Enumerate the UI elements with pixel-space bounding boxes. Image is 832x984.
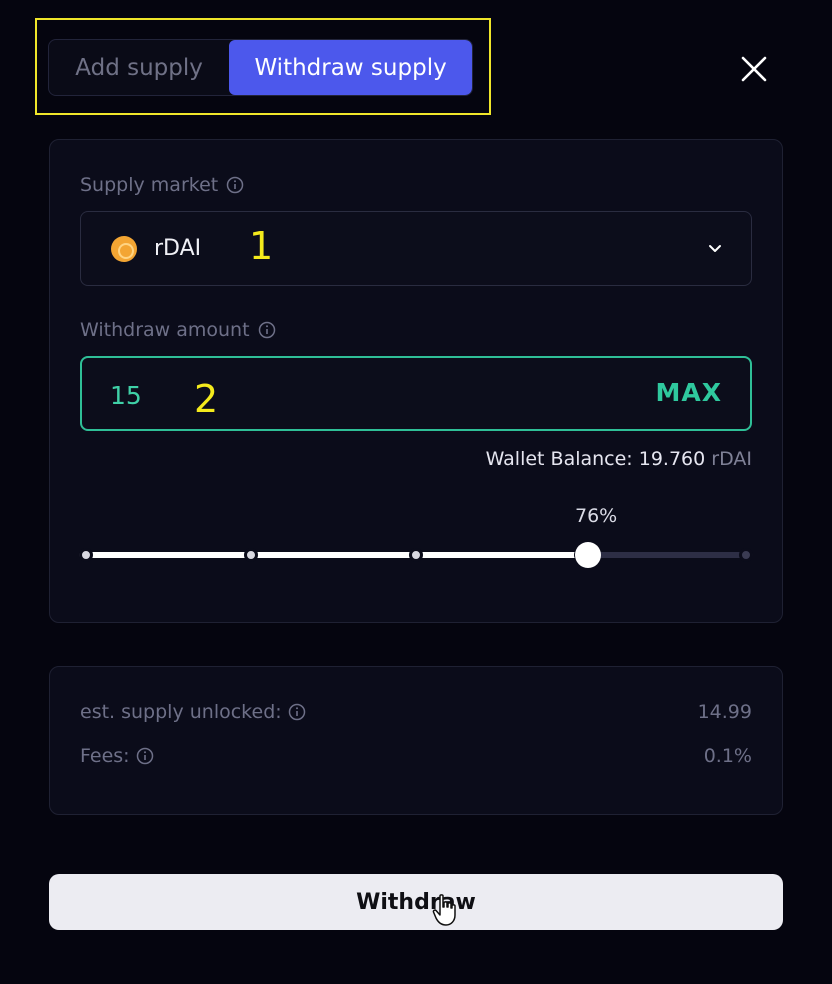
withdraw-button[interactable]: Withdraw bbox=[49, 874, 783, 930]
info-icon[interactable] bbox=[258, 321, 276, 339]
slider-step-50[interactable] bbox=[409, 548, 423, 562]
close-icon bbox=[741, 56, 767, 82]
summary-row-unlocked: est. supply unlocked: 14.99 bbox=[80, 701, 752, 723]
close-button[interactable] bbox=[737, 52, 771, 86]
wallet-balance-unit: rDAI bbox=[711, 448, 752, 470]
supply-market-label: Supply market bbox=[80, 174, 244, 196]
annotation-highlight-box bbox=[35, 18, 491, 115]
annotation-number-2: 2 bbox=[194, 377, 219, 421]
slider-track-fill bbox=[79, 552, 588, 558]
amount-slider[interactable] bbox=[79, 540, 753, 570]
withdraw-amount-input[interactable] bbox=[110, 378, 510, 412]
supply-market-select[interactable]: rDAI bbox=[80, 211, 752, 286]
fees-label: Fees: bbox=[80, 745, 130, 767]
info-icon[interactable] bbox=[288, 703, 306, 721]
summary-panel bbox=[49, 666, 783, 815]
fees-value: 0.1% bbox=[703, 745, 752, 767]
max-button[interactable]: MAX bbox=[655, 378, 722, 407]
unlocked-label: est. supply unlocked: bbox=[80, 701, 282, 723]
slider-percent-label: 76% bbox=[575, 505, 618, 527]
info-icon[interactable] bbox=[226, 176, 244, 194]
wallet-balance-amount: 19.760 bbox=[638, 448, 706, 470]
slider-step-100[interactable] bbox=[739, 548, 753, 562]
withdraw-amount-label: Withdraw amount bbox=[80, 319, 276, 341]
rdai-token-icon bbox=[111, 236, 137, 262]
slider-step-25[interactable] bbox=[244, 548, 258, 562]
selected-token-name: rDAI bbox=[154, 236, 202, 261]
withdraw-amount-field: MAX bbox=[80, 356, 752, 431]
unlocked-label-group: est. supply unlocked: bbox=[80, 701, 306, 723]
withdraw-amount-label-text: Withdraw amount bbox=[80, 319, 250, 341]
supply-market-label-text: Supply market bbox=[80, 174, 219, 196]
summary-row-fees: Fees: 0.1% bbox=[80, 745, 752, 767]
fees-label-group: Fees: bbox=[80, 745, 154, 767]
slider-step-0[interactable] bbox=[79, 548, 93, 562]
unlocked-value: 14.99 bbox=[697, 701, 752, 723]
slider-thumb[interactable] bbox=[574, 542, 601, 568]
annotation-number-1: 1 bbox=[249, 224, 274, 268]
wallet-balance: Wallet Balance: 19.760 rDAI bbox=[486, 448, 752, 470]
info-icon[interactable] bbox=[136, 747, 154, 765]
wallet-balance-prefix: Wallet Balance: bbox=[485, 448, 639, 470]
hand-cursor-icon bbox=[432, 894, 456, 926]
chevron-down-icon bbox=[709, 245, 721, 252]
